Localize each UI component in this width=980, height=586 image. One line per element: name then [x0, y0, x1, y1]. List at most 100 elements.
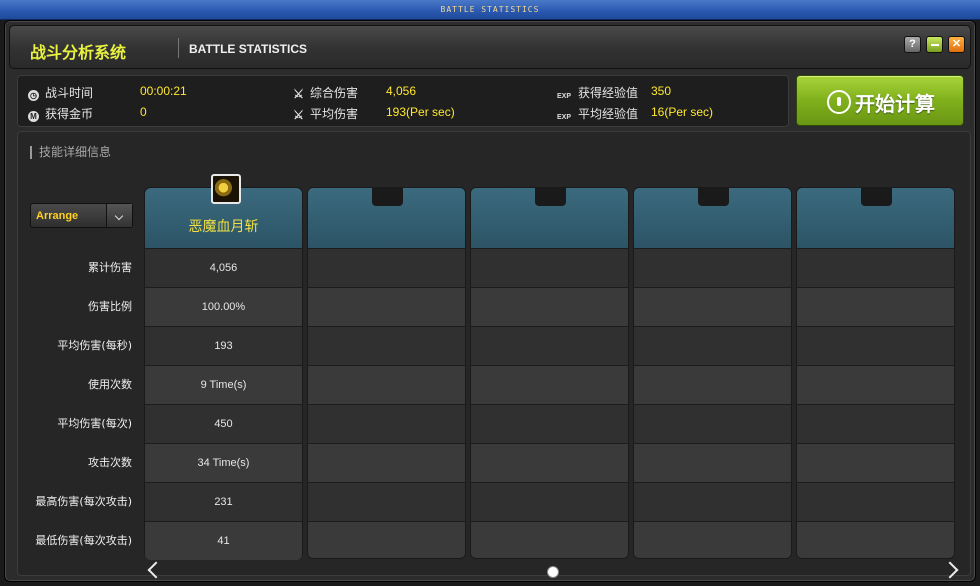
stat-total-damage-label: 综合伤害 — [310, 86, 359, 100]
empty-slot-tab — [698, 188, 729, 206]
skill-name: 恶魔血月斩 — [188, 219, 259, 235]
next-page-icon[interactable] — [941, 561, 959, 579]
empty-cell — [797, 287, 954, 326]
row-label: 平均伤害(每秒) — [57, 339, 132, 352]
summary-stats-panel: ◷ 战斗时间 00:00:21 M 获得金币 0 ⚔ 综合伤害 4,056 ⚔ 平均伤害… — [17, 75, 789, 127]
stat-avg-damage: ⚔ 平均伤害 193(Per sec) — [293, 105, 455, 122]
help-button[interactable]: ? — [904, 36, 921, 53]
empty-cell — [797, 404, 954, 443]
battle-statistics-window: 战斗分析系统 BATTLE STATISTICS ? ✕ ◷ 战斗时间 00:00… — [4, 20, 976, 582]
skill-value: 9 Time(s) — [145, 365, 302, 404]
exp-icon: EXP — [556, 114, 571, 121]
stat-gold: M 获得金币 0 — [28, 105, 147, 122]
page-indicator-dot[interactable] — [547, 566, 559, 578]
empty-cell — [797, 443, 954, 482]
previous-page-icon[interactable] — [147, 561, 165, 579]
stat-avg-exp: EXP 平均经验值 16(Per sec) — [556, 105, 713, 123]
row-label: 使用次数 — [88, 378, 132, 391]
skill-value: 231 — [145, 482, 302, 521]
empty-skill-column[interactable] — [633, 187, 792, 559]
row-label: 累计伤害 — [88, 261, 132, 274]
minimize-button[interactable] — [926, 36, 943, 53]
close-button[interactable]: ✕ — [948, 36, 965, 53]
start-calculation-button[interactable]: 开始计算 — [796, 75, 964, 126]
window-titlebar[interactable]: BATTLE STATISTICS — [0, 0, 980, 20]
stat-total-damage-value: 4,056 — [386, 84, 417, 98]
empty-cell — [308, 287, 465, 326]
empty-cell — [634, 482, 791, 521]
empty-cell — [471, 326, 628, 365]
empty-cell — [634, 404, 791, 443]
stat-total-damage: ⚔ 综合伤害 4,056 — [293, 84, 416, 101]
sword-icon: ⚔ — [293, 87, 304, 101]
sword-icon: ⚔ — [293, 108, 304, 122]
empty-cell — [797, 326, 954, 365]
empty-cell — [471, 248, 628, 287]
empty-cell — [797, 365, 954, 404]
skill-column[interactable]: 恶魔血月斩 4,056 100.00% 193 9 Time(s) 450 34… — [144, 174, 303, 560]
row-label: 最低伤害(每次攻击) — [35, 534, 132, 547]
arrange-label: Arrange — [36, 210, 79, 222]
skill-column-header: 恶魔血月斩 — [145, 174, 302, 248]
row-label: 最高伤害(每次攻击) — [35, 495, 132, 508]
empty-cell — [634, 326, 791, 365]
empty-cell — [308, 482, 465, 521]
stat-battle-time-value: 00:00:21 — [140, 84, 187, 98]
skill-value: 193 — [145, 326, 302, 365]
section-title: 技能详细信息 — [30, 146, 111, 159]
stat-exp-gained: EXP 获得经验值 350 — [556, 84, 671, 102]
skill-value: 41 — [145, 521, 302, 560]
skill-value: 100.00% — [145, 287, 302, 326]
empty-cell — [797, 482, 954, 521]
page-title: 战斗分析系统 — [30, 43, 127, 62]
skill-value: 4,056 — [145, 248, 302, 287]
gauge-icon — [827, 90, 851, 114]
stat-avg-exp-value: 16(Per sec) — [651, 105, 714, 119]
empty-cell — [471, 404, 628, 443]
stat-battle-time: ◷ 战斗时间 00:00:21 — [28, 84, 187, 101]
row-label: 平均伤害(每次) — [57, 417, 132, 430]
stat-avg-damage-label: 平均伤害 — [310, 107, 359, 121]
empty-cell — [308, 443, 465, 482]
empty-cell — [308, 404, 465, 443]
start-calculation-label: 开始计算 — [855, 92, 935, 116]
empty-cell — [634, 521, 791, 558]
empty-skill-column[interactable] — [796, 187, 955, 559]
empty-cell — [797, 248, 954, 287]
arrange-dropdown[interactable]: Arrange — [30, 203, 133, 228]
skill-icon — [211, 174, 241, 204]
empty-skill-column-header — [797, 188, 954, 248]
stat-exp-gained-label: 获得经验值 — [578, 86, 639, 100]
empty-cell — [471, 521, 628, 558]
empty-skill-column[interactable] — [470, 187, 629, 559]
empty-cell — [634, 287, 791, 326]
stat-avg-damage-value: 193(Per sec) — [386, 105, 455, 119]
empty-skill-column-header — [634, 188, 791, 248]
empty-cell — [308, 365, 465, 404]
empty-skill-column[interactable] — [307, 187, 466, 559]
skill-value: 450 — [145, 404, 302, 443]
clock-icon: ◷ — [28, 90, 39, 101]
empty-slot-tab — [861, 188, 892, 206]
title-divider — [178, 38, 179, 58]
empty-cell — [471, 287, 628, 326]
row-label: 伤害比例 — [88, 300, 132, 313]
empty-skill-column-header — [308, 188, 465, 248]
empty-skill-column-header — [471, 188, 628, 248]
empty-cell — [471, 443, 628, 482]
stat-gold-value: 0 — [140, 105, 147, 119]
empty-cell — [634, 248, 791, 287]
empty-cell — [634, 365, 791, 404]
empty-cell — [471, 365, 628, 404]
exp-icon: EXP — [556, 93, 571, 100]
skill-value: 34 Time(s) — [145, 443, 302, 482]
empty-cell — [308, 521, 465, 558]
empty-cell — [308, 326, 465, 365]
skill-detail-panel: 技能详细信息 Arrange 累计伤害 伤害比例 平均伤害(每秒) 使用次数 平… — [17, 131, 971, 579]
gold-coin-icon: M — [28, 111, 39, 122]
stat-battle-time-label: 战斗时间 — [45, 86, 94, 100]
header-bar: 战斗分析系统 BATTLE STATISTICS ? ✕ — [9, 25, 971, 69]
stat-exp-gained-value: 350 — [651, 84, 672, 98]
page-subtitle: BATTLE STATISTICS — [189, 42, 307, 56]
chevron-down-icon[interactable] — [106, 204, 132, 227]
